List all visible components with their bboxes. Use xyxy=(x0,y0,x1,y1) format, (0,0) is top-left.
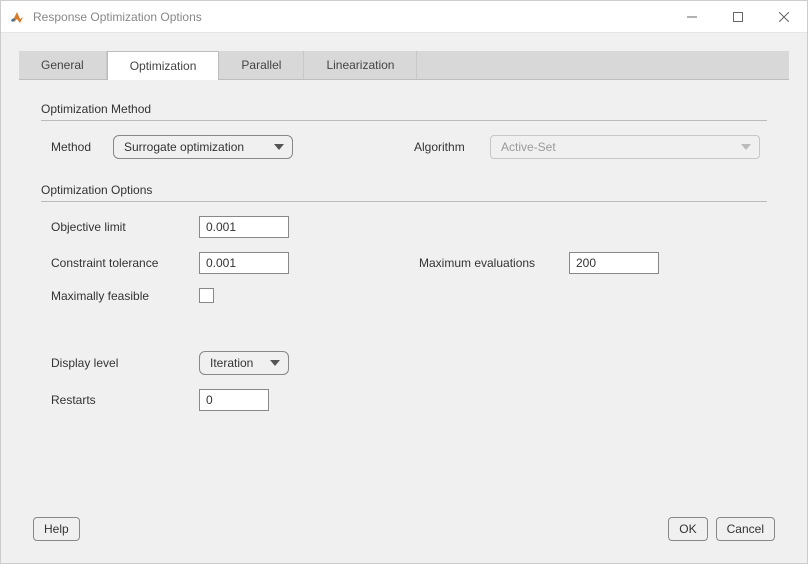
help-button[interactable]: Help xyxy=(33,517,80,541)
restarts-label: Restarts xyxy=(51,393,199,407)
objective-limit-label: Objective limit xyxy=(51,220,199,234)
constraint-tolerance-label: Constraint tolerance xyxy=(51,256,199,270)
tab-optimization[interactable]: Optimization xyxy=(107,51,220,80)
tab-linearization[interactable]: Linearization xyxy=(304,51,417,79)
footer: Help OK Cancel xyxy=(19,511,789,553)
max-feasible-label: Maximally feasible xyxy=(51,289,199,303)
minimize-button[interactable] xyxy=(669,1,715,33)
objective-limit-row: Objective limit xyxy=(41,216,767,238)
algorithm-select: Active-Set xyxy=(490,135,760,159)
constraint-tol-row: Constraint tolerance Maximum evaluations xyxy=(41,252,767,274)
dialog-window: Response Optimization Options General Op… xyxy=(0,0,808,564)
max-feasible-checkbox[interactable] xyxy=(199,288,214,303)
display-level-value: Iteration xyxy=(210,356,253,370)
optimization-panel: Optimization Method Method Surrogate opt… xyxy=(19,80,789,511)
tabstrip: General Optimization Parallel Linearizat… xyxy=(19,51,789,80)
objective-limit-input[interactable] xyxy=(199,216,289,238)
chevron-down-icon xyxy=(741,144,751,150)
section-heading-method: Optimization Method xyxy=(41,102,767,116)
tab-general[interactable]: General xyxy=(19,51,107,79)
ok-button[interactable]: OK xyxy=(668,517,707,541)
matlab-icon xyxy=(9,9,25,25)
content-area: General Optimization Parallel Linearizat… xyxy=(1,33,807,563)
section-heading-options: Optimization Options xyxy=(41,183,767,197)
method-label: Method xyxy=(51,140,113,154)
restarts-input[interactable] xyxy=(199,389,269,411)
max-evaluations-input[interactable] xyxy=(569,252,659,274)
close-button[interactable] xyxy=(761,1,807,33)
max-feasible-row: Maximally feasible xyxy=(41,288,767,303)
display-level-row: Display level Iteration xyxy=(41,351,767,375)
method-select[interactable]: Surrogate optimization xyxy=(113,135,293,159)
method-select-value: Surrogate optimization xyxy=(124,140,244,154)
chevron-down-icon xyxy=(274,144,284,150)
restarts-row: Restarts xyxy=(41,389,767,411)
window-title: Response Optimization Options xyxy=(33,10,202,24)
max-evaluations-label: Maximum evaluations xyxy=(419,256,569,270)
maximize-button[interactable] xyxy=(715,1,761,33)
display-level-select[interactable]: Iteration xyxy=(199,351,289,375)
divider xyxy=(41,120,767,121)
divider xyxy=(41,201,767,202)
method-row: Method Surrogate optimization Algorithm … xyxy=(41,135,767,159)
titlebar: Response Optimization Options xyxy=(1,1,807,33)
cancel-button[interactable]: Cancel xyxy=(716,517,775,541)
display-level-label: Display level xyxy=(51,356,199,370)
chevron-down-icon xyxy=(270,360,280,366)
algorithm-label: Algorithm xyxy=(414,140,490,154)
algorithm-select-value: Active-Set xyxy=(501,140,556,154)
constraint-tolerance-input[interactable] xyxy=(199,252,289,274)
tab-parallel[interactable]: Parallel xyxy=(219,51,304,79)
